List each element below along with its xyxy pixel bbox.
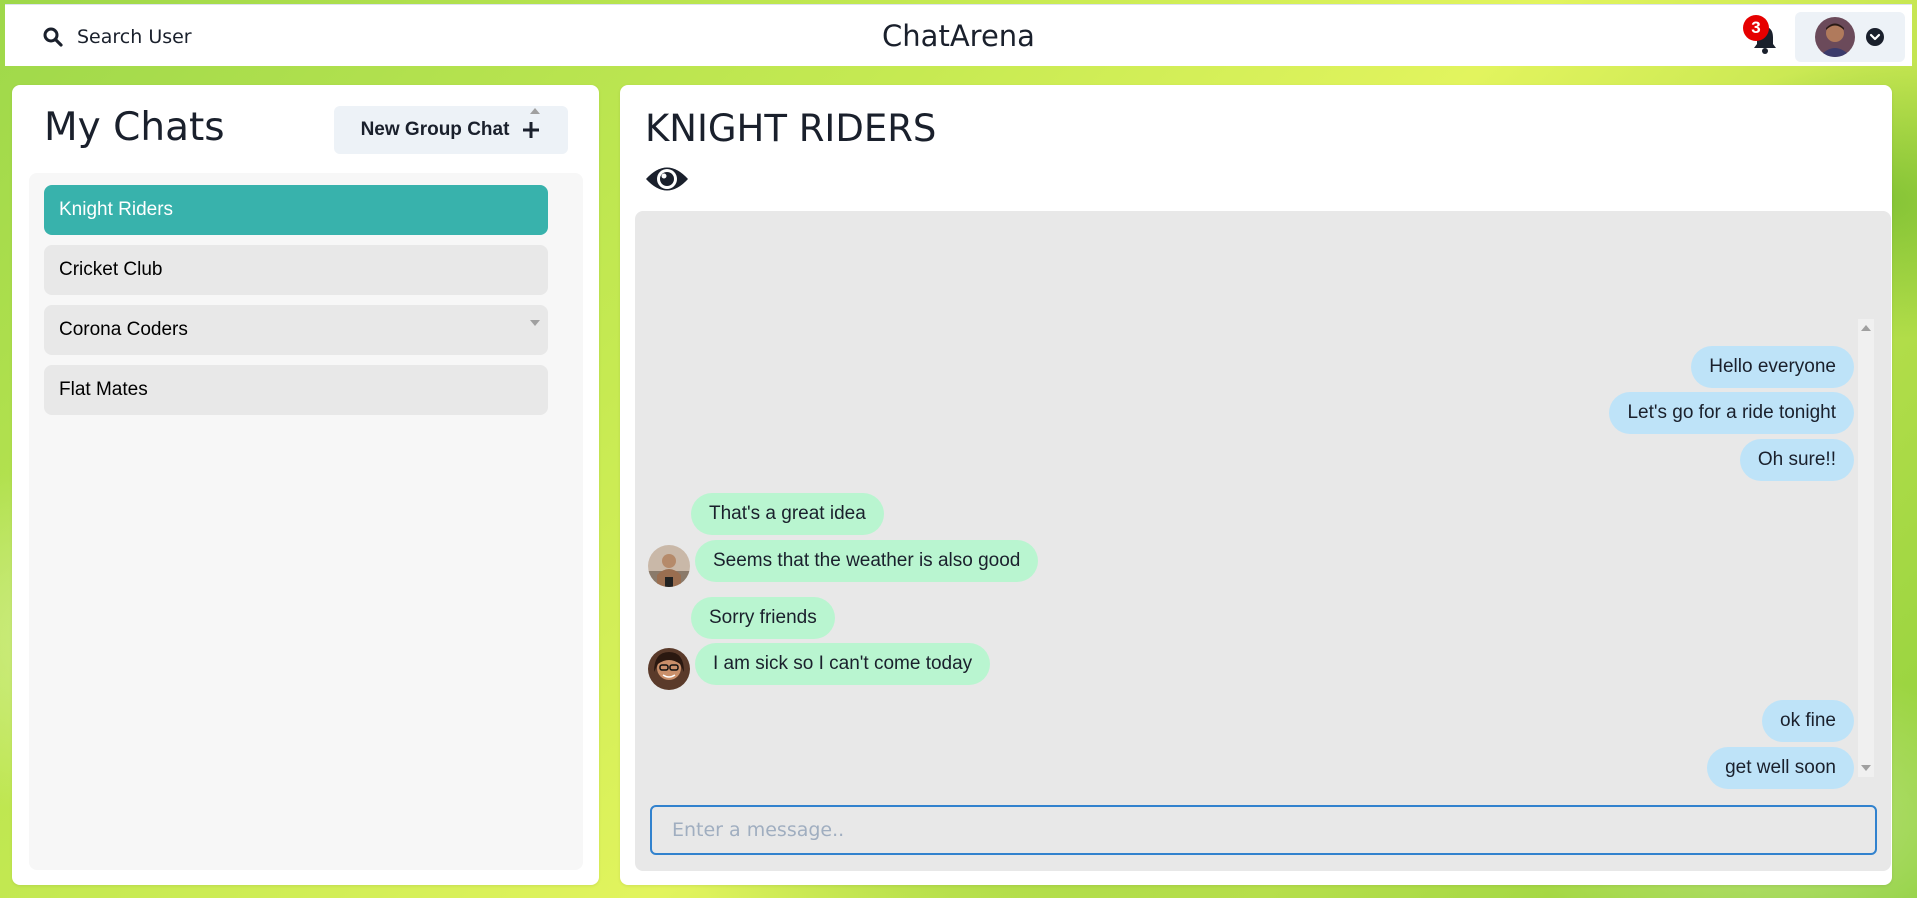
chat-item-label: Corona Coders [59,319,188,340]
messages-scrollbar[interactable] [1858,319,1874,777]
message-bubble: Seems that the weather is also good [695,540,1039,582]
chat-item-flat-mates[interactable]: Flat Mates [44,365,548,415]
chat-title: KNIGHT RIDERS [645,107,937,150]
new-group-chat-label: New Group Chat [360,119,510,140]
avatar [1815,17,1855,57]
plus-icon [523,122,540,138]
message-bubble: Hello everyone [1691,346,1854,388]
message-bubble: Let's go for a ride tonight [1609,392,1854,434]
search-user-label: Search User [77,26,192,48]
chat-item-label: Knight Riders [59,199,174,220]
chat-item-corona-coders[interactable]: Corona Coders [44,305,548,355]
search-user-button[interactable]: Search User [27,15,208,59]
profile-menu-button[interactable] [1795,12,1905,62]
message-bubble: I am sick so I can't come today [695,643,991,685]
chat-window: KNIGHT RIDERS Hello everyone Let's go fo… [620,85,1892,885]
chat-item-knight-riders[interactable]: Knight Riders [44,185,548,235]
scroll-down-arrow[interactable] [530,320,540,326]
notification-button[interactable]: 3 [1743,15,1780,57]
message-bubble: Sorry friends [691,597,835,639]
scroll-up-arrow[interactable] [1861,325,1871,331]
search-icon [43,27,63,47]
sender-avatar [648,545,690,587]
message-input[interactable] [650,805,1877,855]
chevron-down-icon [1866,28,1884,46]
chat-item-cricket-club[interactable]: Cricket Club [44,245,548,295]
chat-list-scroll-area[interactable]: Knight Riders Cricket Club Corona Coders… [29,108,583,419]
sender-avatar [648,648,690,690]
chat-item-label: Flat Mates [59,379,148,400]
message-bubble: That's a great idea [691,493,884,535]
chat-item-label: Cricket Club [59,259,163,280]
message-bubble: ok fine [1762,700,1854,742]
app-title: ChatArena [882,19,1035,53]
chat-list: Knight Riders Cricket Club Corona Coders… [29,108,583,870]
scroll-down-arrow[interactable] [1861,765,1871,771]
top-bar: Search User ChatArena 3 [5,4,1912,66]
message-bubble: get well soon [1707,747,1854,789]
scroll-up-arrow[interactable] [530,108,540,114]
message-bubble: Oh sure!! [1739,439,1854,481]
eye-icon[interactable] [644,160,690,198]
messages-area: Hello everyone Let's go for a ride tonig… [635,211,1891,871]
my-chats-title: My Chats [44,105,225,150]
my-chats-panel: My Chats New Group Chat Knight Riders Cr… [12,85,599,885]
notification-badge: 3 [1743,15,1769,41]
